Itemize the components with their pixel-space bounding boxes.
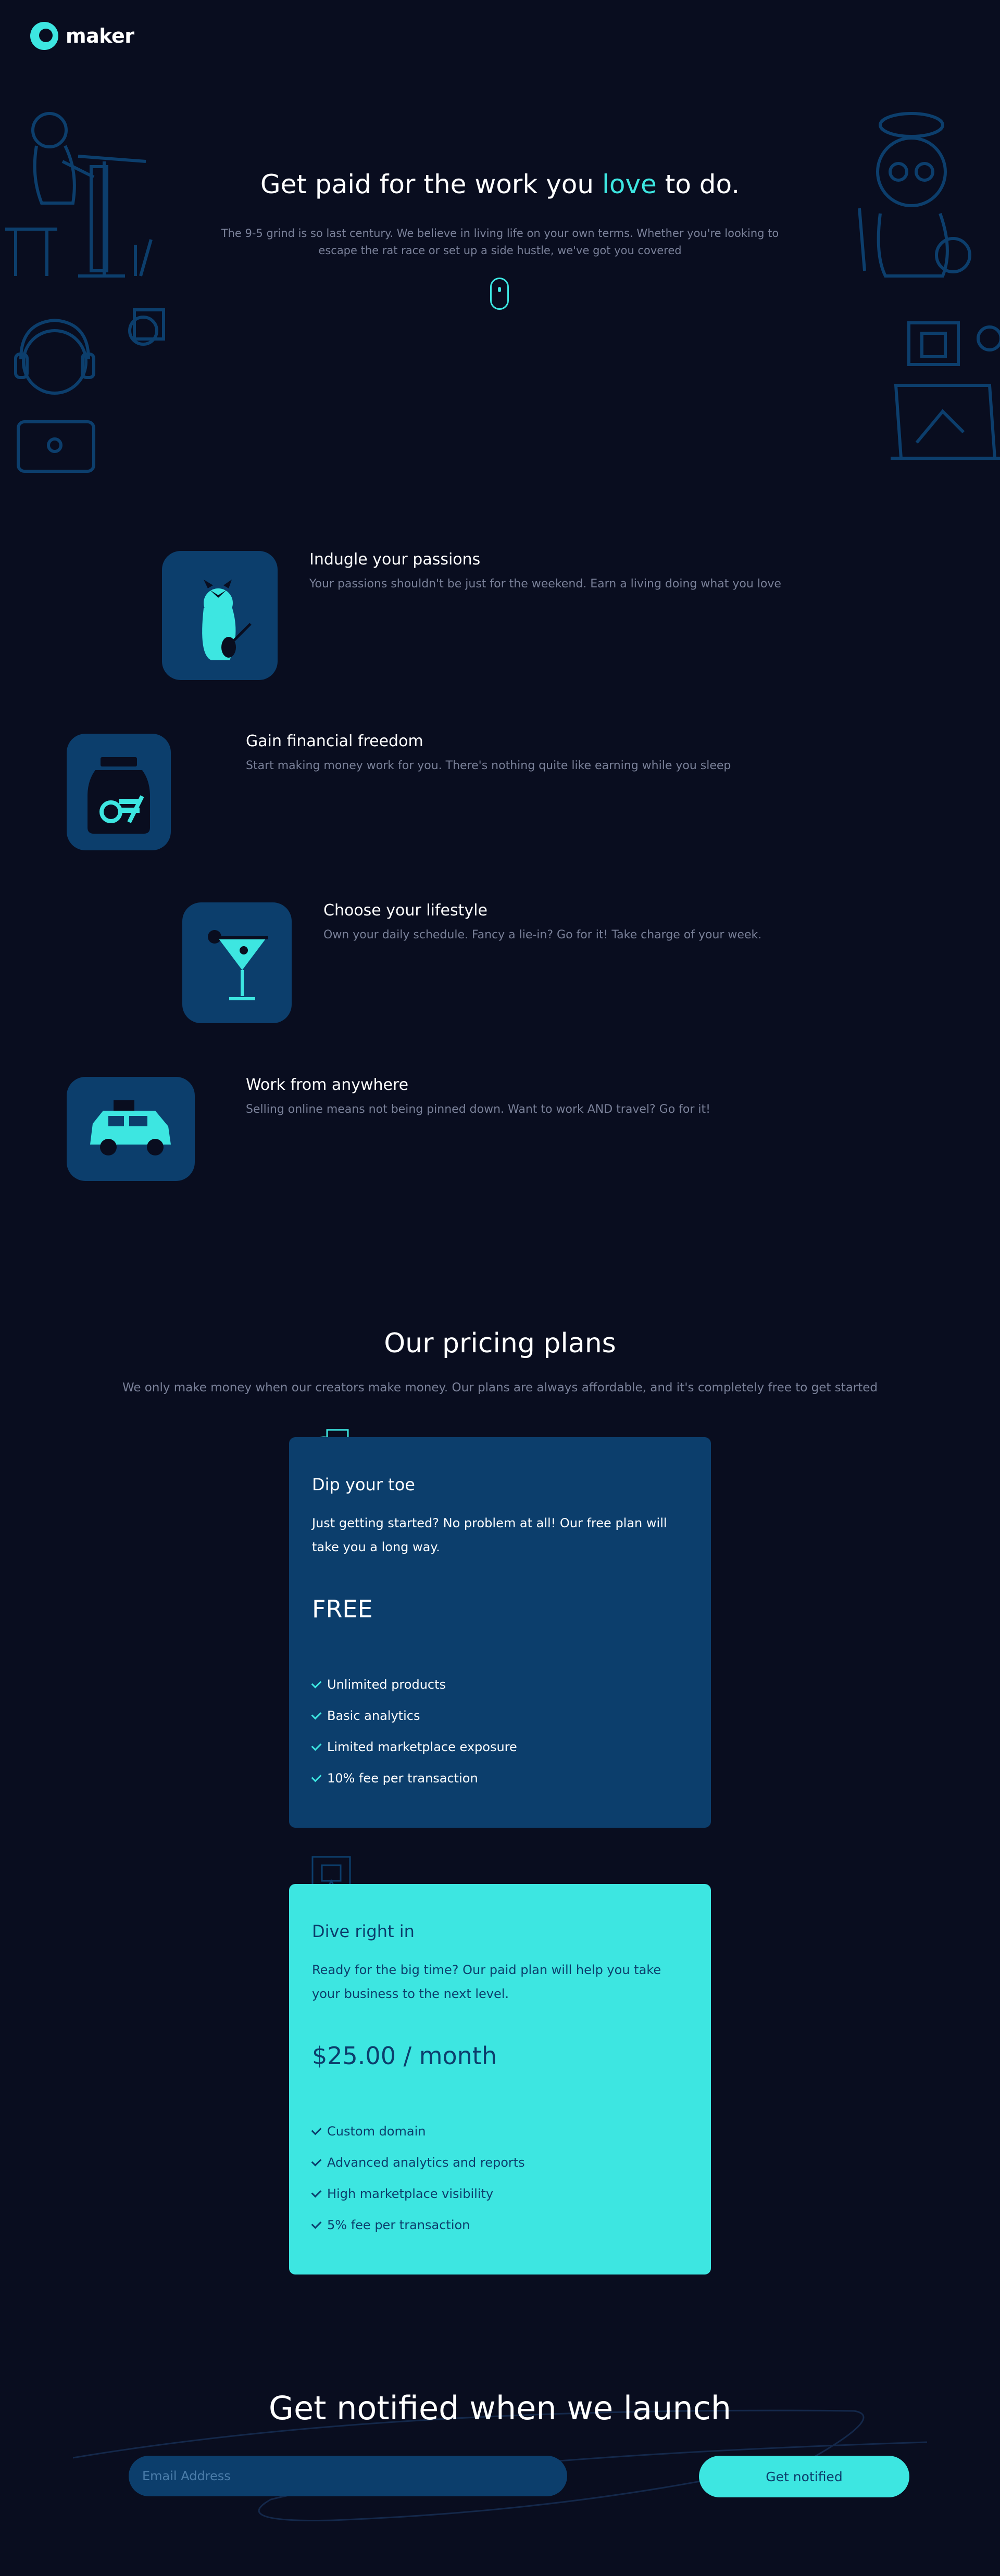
- plan-name: Dip your toe: [312, 1475, 415, 1494]
- plan-feature: High marketplace visibility: [311, 2178, 525, 2209]
- feature-text: Start making money work for you. There's…: [246, 759, 731, 772]
- money-jar-icon: [88, 757, 150, 834]
- feature-icon-freedom: [67, 734, 171, 850]
- plan-features: Custom domain Advanced analytics and rep…: [311, 2116, 525, 2241]
- feature-text: Your passions shouldn't be just for the …: [309, 577, 781, 590]
- feature-text: Own your daily schedule. Fancy a lie-in?…: [323, 928, 762, 941]
- check-icon: [311, 1740, 322, 1751]
- plan-feature-text: High marketplace visibility: [327, 2187, 494, 2201]
- check-icon: [311, 2156, 322, 2166]
- check-icon: [311, 1709, 322, 1719]
- email-input[interactable]: [129, 2456, 567, 2496]
- feature-icon-anywhere: [67, 1077, 195, 1181]
- feature-icon-lifestyle: [182, 902, 292, 1023]
- plan-price: $25.00 / month: [312, 2042, 497, 2070]
- get-notified-button[interactable]: Get notified: [699, 2456, 909, 2497]
- plan-description: Just getting started? No problem at all!…: [312, 1516, 667, 1554]
- plan-price: FREE: [312, 1595, 373, 1623]
- violin-cat-icon: [202, 580, 252, 660]
- plan-feature-text: 5% fee per transaction: [327, 2218, 470, 2232]
- plan-feature-text: 10% fee per transaction: [327, 1771, 478, 1786]
- hero-title-pre: Get paid for the work you: [260, 169, 602, 199]
- hero-title-post: to do.: [656, 169, 740, 199]
- feature-title: Gain financial freedom: [246, 732, 423, 750]
- plan-feature: Limited marketplace exposure: [311, 1731, 517, 1763]
- hero-subtitle: The 9-5 grind is so last century. We bel…: [221, 227, 779, 257]
- scroll-down-icon[interactable]: [490, 278, 509, 310]
- check-icon: [311, 2187, 322, 2197]
- check-icon: [311, 2125, 322, 2135]
- feature-title: Work from anywhere: [246, 1076, 409, 1094]
- plan-feature-text: Limited marketplace exposure: [327, 1740, 517, 1754]
- pricing-card-paid: Dive right in Ready for the big time? Ou…: [289, 1884, 711, 2275]
- plan-feature: Basic analytics: [311, 1700, 517, 1731]
- plan-feature: 5% fee per transaction: [311, 2209, 525, 2241]
- headphones-laptop-illustration: [14, 308, 165, 473]
- tablet-drawing-illustration: [891, 321, 1000, 460]
- plan-feature: 10% fee per transaction: [311, 1763, 517, 1794]
- plan-features: Unlimited products Basic analytics Limit…: [311, 1669, 517, 1794]
- plan-name: Dive right in: [312, 1921, 415, 1941]
- plan-feature-text: Unlimited products: [327, 1677, 446, 1692]
- plan-description: Ready for the big time? Our paid plan wi…: [312, 1963, 661, 2001]
- car-icon: [90, 1100, 171, 1155]
- plan-feature: Custom domain: [311, 2116, 525, 2147]
- plan-feature: Advanced analytics and reports: [311, 2147, 525, 2178]
- pricing-card-free: Dip your toe Just getting started? No pr…: [289, 1437, 711, 1828]
- plan-feature-text: Custom domain: [327, 2124, 426, 2139]
- check-icon: [311, 2218, 322, 2229]
- hero-title: Get paid for the work you love to do.: [0, 169, 1000, 199]
- feature-title: Indugle your passions: [309, 550, 481, 569]
- notify-title: Get notified when we launch: [268, 2389, 732, 2427]
- feature-icon-passions: [162, 551, 278, 680]
- pricing-subtitle: We only make money when our creators mak…: [122, 1381, 878, 1394]
- hero-title-accent: love: [602, 169, 657, 199]
- plan-feature: Unlimited products: [311, 1669, 517, 1700]
- feature-title: Choose your lifestyle: [323, 901, 488, 920]
- pricing-title: Our pricing plans: [384, 1328, 616, 1359]
- cocktail-icon: [208, 930, 268, 1000]
- plan-feature-text: Advanced analytics and reports: [327, 2155, 525, 2170]
- check-icon: [311, 1771, 322, 1782]
- brand-logo[interactable]: maker: [30, 22, 134, 50]
- feature-text: Selling online means not being pinned do…: [246, 1103, 710, 1116]
- brand-name: maker: [66, 24, 134, 47]
- plan-feature-text: Basic analytics: [327, 1708, 420, 1723]
- logo-icon: [30, 22, 58, 50]
- check-icon: [311, 1678, 322, 1688]
